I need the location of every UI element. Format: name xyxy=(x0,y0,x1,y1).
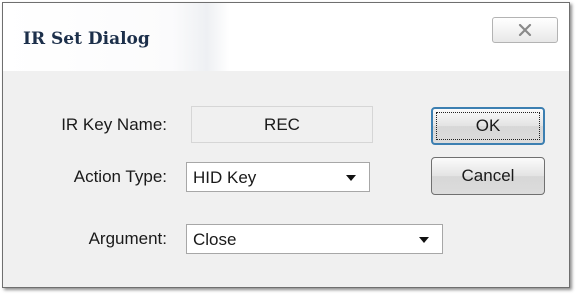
ir-key-name-value: REC xyxy=(264,114,300,134)
title-bar: IR Set Dialog xyxy=(3,3,569,71)
close-x-icon xyxy=(518,24,532,36)
ir-key-name-field: REC xyxy=(191,106,373,143)
dialog-title: IR Set Dialog xyxy=(23,29,150,49)
action-type-value: HID Key xyxy=(193,168,257,187)
cancel-button[interactable]: Cancel xyxy=(431,157,545,195)
focus-rectangle xyxy=(436,112,540,140)
chevron-down-icon xyxy=(346,175,356,181)
ok-button[interactable]: OK xyxy=(431,107,545,145)
action-type-label: Action Type: xyxy=(73,167,167,186)
ir-set-dialog: IR Set Dialog IR Key Name: REC Action Ty… xyxy=(2,2,570,288)
ir-key-name-label: IR Key Name: xyxy=(61,115,167,134)
chevron-down-icon xyxy=(419,237,429,243)
close-button[interactable] xyxy=(492,17,558,43)
argument-value: Close xyxy=(193,230,237,249)
action-type-select[interactable]: HID Key xyxy=(186,162,370,192)
argument-select[interactable]: Close xyxy=(186,224,443,254)
cancel-button-label: Cancel xyxy=(461,166,515,185)
argument-label: Argument: xyxy=(88,229,167,248)
